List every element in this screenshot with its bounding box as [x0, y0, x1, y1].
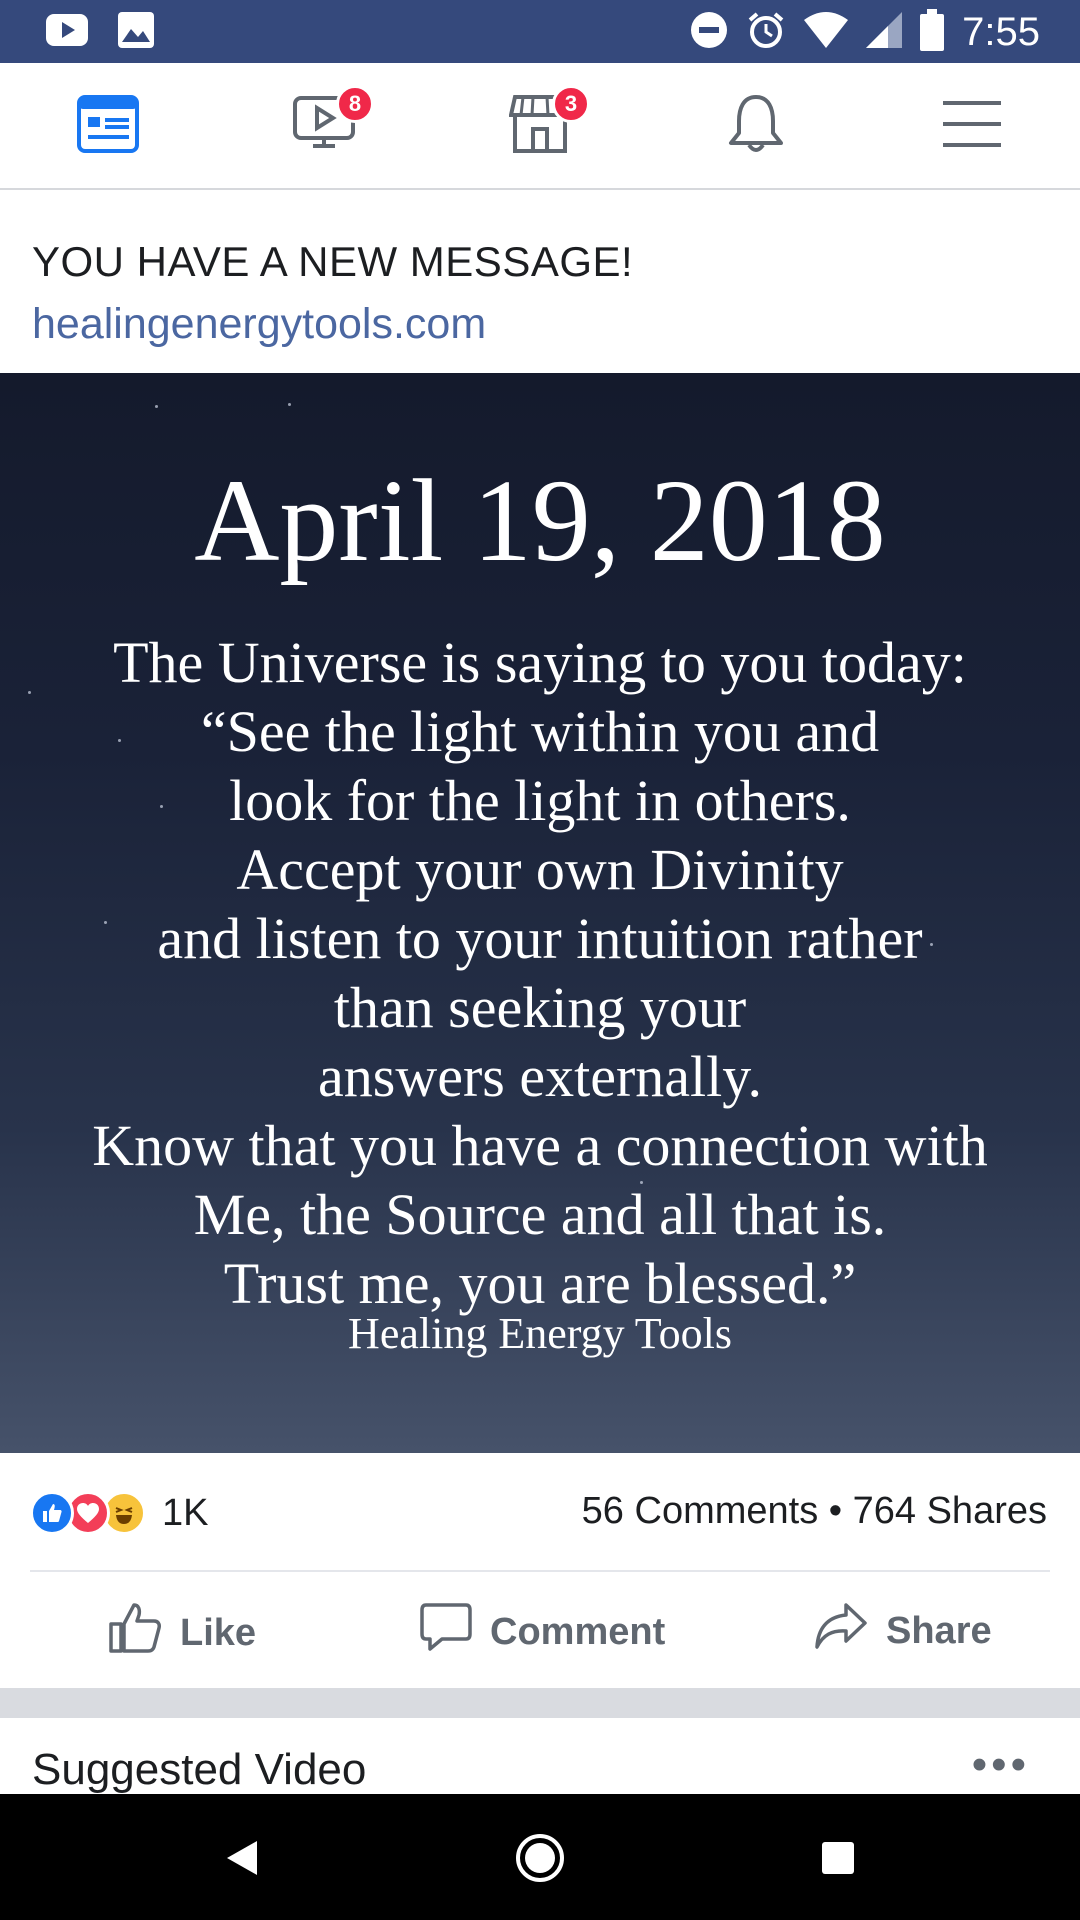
quote-line: Accept your own Divinity: [236, 837, 844, 902]
status-bar-right: 7:55: [690, 6, 1040, 58]
nav-watch[interactable]: 8: [284, 85, 374, 161]
marketplace-badge: 3: [552, 85, 590, 123]
reactions-summary[interactable]: 1K: [30, 1483, 208, 1543]
quote-line: “See the light within you and: [200, 699, 880, 764]
more-options-icon[interactable]: •••: [972, 1740, 1030, 1790]
star-decoration: [155, 405, 158, 408]
quote-line: Me, the Source and all that is.: [193, 1182, 887, 1247]
comment-label: Comment: [490, 1610, 666, 1653]
image-date: April 19, 2018: [194, 455, 886, 586]
nav-marketplace[interactable]: 3: [500, 85, 590, 161]
status-time: 7:55: [962, 9, 1040, 54]
star-decoration: [288, 403, 291, 406]
wifi-icon: [804, 11, 849, 53]
post-link[interactable]: healingenergytools.com: [32, 300, 486, 349]
post-title: YOU HAVE A NEW MESSAGE!: [32, 238, 634, 285]
recents-icon[interactable]: [810, 1830, 866, 1886]
status-bar: 7:55: [0, 0, 1080, 63]
post-image[interactable]: April 19, 2018 The Universe is saying to…: [0, 373, 1080, 1453]
signal-icon: [866, 11, 903, 53]
alarm-icon: [746, 10, 786, 55]
android-navigation-bar: [0, 1794, 1080, 1920]
hamburger-menu-icon: [943, 99, 1001, 154]
image-source: Healing Energy Tools: [348, 1309, 732, 1358]
quote-line: answers externally.: [318, 1044, 762, 1109]
post-actions: Like Comment Share: [0, 1580, 1080, 1688]
share-button[interactable]: Share: [814, 1602, 992, 1660]
quote-line: Know that you have a connection with: [92, 1113, 988, 1178]
news-feed-icon: [77, 94, 139, 158]
youtube-icon: [46, 14, 88, 51]
nav-menu[interactable]: [932, 91, 1012, 161]
comment-icon: [420, 1602, 472, 1662]
like-label: Like: [180, 1611, 257, 1654]
thumbs-up-icon: [108, 1602, 162, 1664]
home-icon[interactable]: [512, 1830, 568, 1886]
nav-news-feed[interactable]: [68, 91, 148, 161]
share-icon: [814, 1602, 868, 1660]
status-bar-left: [46, 12, 154, 53]
like-button[interactable]: Like: [108, 1602, 256, 1664]
do-not-disturb-icon: [690, 11, 728, 54]
divider: [30, 1570, 1050, 1572]
back-icon[interactable]: [214, 1830, 270, 1886]
comments-shares-count[interactable]: 56 Comments • 764 Shares: [582, 1490, 1047, 1533]
quote-line: than seeking your: [333, 975, 747, 1040]
image-icon: [118, 12, 154, 53]
section-separator: [0, 1688, 1080, 1718]
nav-notifications[interactable]: [716, 91, 796, 161]
quote-line: The Universe is saying to you today:: [113, 630, 967, 695]
reaction-count: 1K: [162, 1491, 209, 1534]
battery-icon: [920, 8, 945, 56]
quote-line: and listen to your intuition rather: [157, 906, 923, 971]
image-quote: The Universe is saying to you today: “Se…: [0, 628, 1080, 1318]
comment-button[interactable]: Comment: [420, 1602, 665, 1662]
suggested-video-title: Suggested Video: [32, 1745, 367, 1794]
top-navigation: 8 3: [0, 63, 1080, 190]
quote-line: look for the light in others.: [229, 768, 851, 833]
watch-badge: 8: [336, 85, 374, 123]
bell-icon: [727, 93, 785, 160]
share-label: Share: [886, 1609, 992, 1652]
like-reaction-icon: [30, 1491, 74, 1535]
